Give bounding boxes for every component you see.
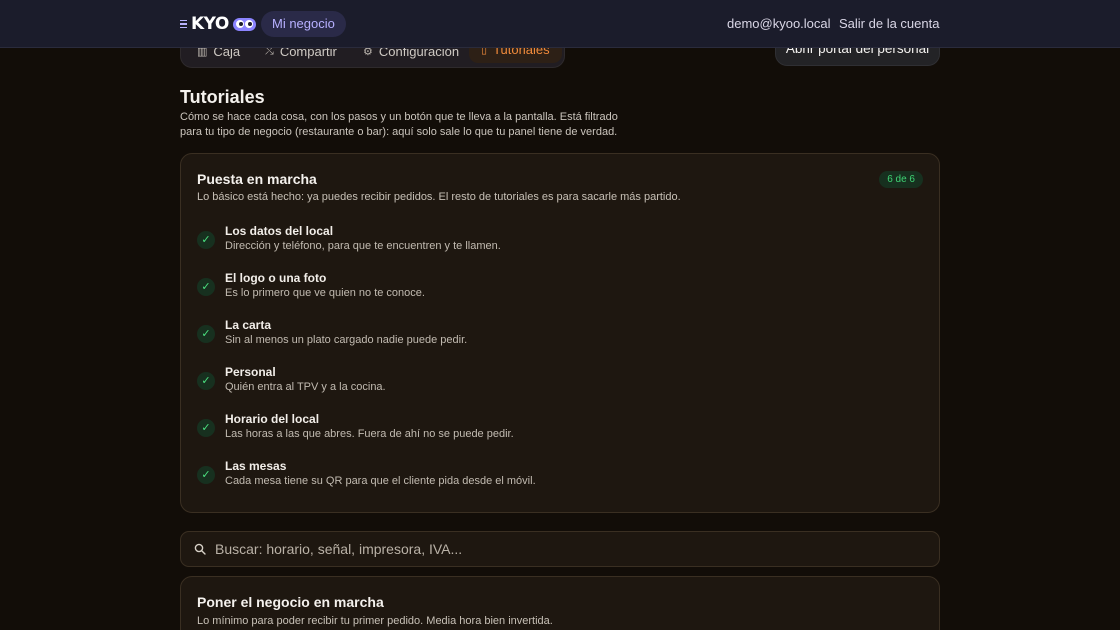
onboarding-step[interactable]: ✓ El logo o una foto Es lo primero que v… bbox=[197, 271, 897, 303]
onboarding-card: Puesta en marcha Lo básico está hecho: y… bbox=[180, 153, 940, 513]
check-icon: ✓ bbox=[197, 231, 215, 249]
onboarding-step[interactable]: ✓ La carta Sin al menos un plato cargado… bbox=[197, 318, 897, 350]
step-title: Los datos del local bbox=[225, 224, 334, 238]
page-description: Cómo se hace cada cosa, con los pasos y … bbox=[180, 111, 618, 138]
onboarding-title: Puesta en marcha bbox=[197, 171, 317, 187]
tutorial-section[interactable]: Poner el negocio en marcha Lo mínimo par… bbox=[180, 576, 940, 630]
onboarding-step[interactable]: ✓ Horario del local Las horas a las que … bbox=[197, 412, 897, 444]
section-subtitle: Lo mínimo para poder recibir tu primer p… bbox=[197, 615, 553, 627]
top-header: KYO Mi negocio demo@kyoo.local Salir de … bbox=[0, 0, 1120, 48]
check-icon: ✓ bbox=[197, 325, 215, 343]
step-description: Cada mesa tiene su QR para que el client… bbox=[225, 475, 536, 487]
check-icon: ✓ bbox=[197, 372, 215, 390]
step-title: La carta bbox=[225, 318, 272, 332]
page-title: Tutoriales bbox=[180, 87, 265, 107]
step-description: Dirección y teléfono, para que te encuen… bbox=[225, 240, 501, 252]
search-input[interactable] bbox=[215, 532, 915, 566]
section-title: Poner el negocio en marcha bbox=[197, 594, 384, 610]
tutorial-search bbox=[180, 531, 940, 567]
step-description: Las horas a las que abres. Fuera de ahí … bbox=[225, 428, 514, 440]
check-icon: ✓ bbox=[197, 466, 215, 484]
step-description: Quién entra al TPV y a la cocina. bbox=[225, 381, 386, 393]
onboarding-step[interactable]: ✓ Los datos del local Dirección y teléfo… bbox=[197, 224, 897, 256]
menu-icon bbox=[180, 19, 187, 29]
step-title: Las mesas bbox=[225, 459, 287, 473]
brand-eyes-icon bbox=[232, 17, 256, 31]
onboarding-step[interactable]: ✓ Las mesas Cada mesa tiene su QR para q… bbox=[197, 459, 897, 491]
step-title: Horario del local bbox=[225, 412, 320, 426]
step-title: Personal bbox=[225, 365, 276, 379]
onboarding-subtitle: Lo básico está hecho: ya puedes recibir … bbox=[197, 191, 681, 203]
search-icon bbox=[194, 543, 206, 555]
kyo-logo[interactable]: KYO bbox=[180, 14, 256, 34]
business-selector[interactable]: Mi negocio bbox=[261, 11, 346, 37]
check-icon: ✓ bbox=[197, 278, 215, 296]
step-description: Sin al menos un plato cargado nadie pued… bbox=[225, 334, 468, 346]
check-icon: ✓ bbox=[197, 419, 215, 437]
onboarding-step[interactable]: ✓ Personal Quién entra al TPV y a la coc… bbox=[197, 365, 897, 397]
step-title: El logo o una foto bbox=[225, 271, 327, 285]
progress-badge: 6 de 6 bbox=[879, 171, 923, 188]
logout-link[interactable]: Salir de la cuenta bbox=[839, 16, 939, 31]
user-email: demo@kyoo.local bbox=[727, 16, 831, 31]
step-description: Es lo primero que ve quien no te conoce. bbox=[225, 287, 425, 299]
brand-wordmark: KYO bbox=[191, 14, 229, 34]
